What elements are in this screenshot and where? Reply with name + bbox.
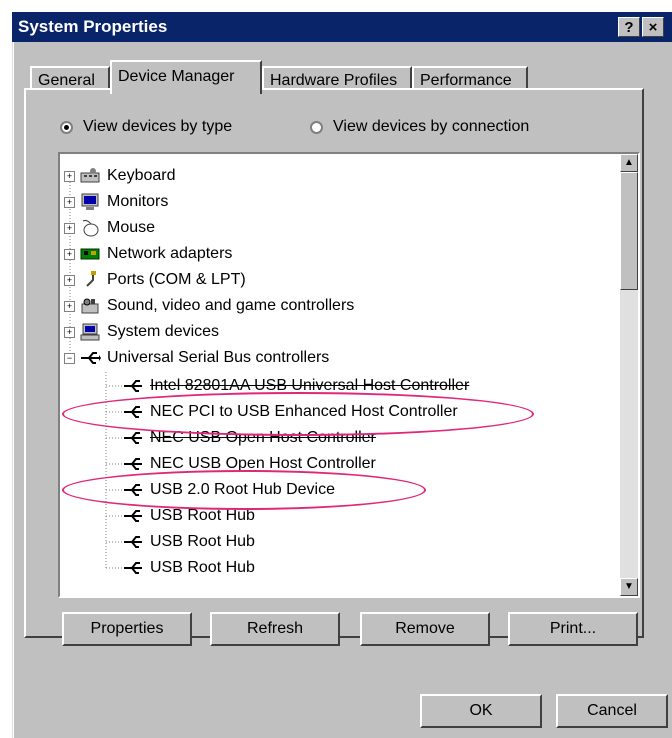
network-adapter-icon (79, 245, 101, 263)
usb-icon (122, 403, 144, 421)
collapse-toggle[interactable]: − (64, 352, 75, 364)
tree-item-usb-controllers[interactable]: − Universal Serial Bus controllers (64, 346, 329, 370)
usb-device-intel-host[interactable]: Intel 82801AA USB Universal Host Control… (122, 374, 469, 398)
sound-icon (79, 297, 101, 315)
usb-device-label: USB Root Hub (150, 533, 255, 550)
tree-item-mouse[interactable]: + Mouse (64, 216, 155, 240)
usb-device-label: USB Root Hub (150, 559, 255, 576)
usb-device-root-hub-3[interactable]: USB Root Hub (122, 556, 255, 580)
tab-device-manager[interactable]: Device Manager (110, 60, 262, 94)
mouse-icon (79, 219, 101, 237)
usb-icon (122, 481, 144, 499)
usb-device-root-hub-2[interactable]: USB Root Hub (122, 530, 255, 554)
usb-icon (122, 455, 144, 473)
usb-icon (79, 349, 101, 367)
print-button[interactable]: Print... (508, 612, 638, 646)
tree-item-label: Network adapters (107, 245, 233, 262)
usb-device-nec-open-disabled[interactable]: NEC USB Open Host Controller (122, 426, 376, 450)
usb-icon (122, 429, 144, 447)
tree-item-label: Mouse (107, 219, 156, 236)
cancel-button[interactable]: Cancel (556, 694, 668, 728)
tree-item-network-adapters[interactable]: + Network adapters (64, 242, 232, 266)
expand-toggle[interactable]: + (64, 300, 75, 312)
usb-device-label: USB Root Hub (150, 507, 255, 524)
keyboard-icon (79, 167, 101, 185)
tree-item-keyboard[interactable]: + Keyboard (64, 164, 176, 188)
close-button[interactable]: × (642, 17, 664, 37)
usb-icon (122, 507, 144, 525)
usb-device-label: USB 2.0 Root Hub Device (150, 481, 335, 498)
device-tree[interactable]: + Keyboard + Monitors + Mouse + Network … (58, 152, 640, 598)
scroll-down-icon[interactable]: ▼ (620, 578, 638, 596)
usb-device-nec-open[interactable]: NEC USB Open Host Controller (122, 452, 376, 476)
tree-item-ports[interactable]: + Ports (COM & LPT) (64, 268, 246, 292)
expand-toggle[interactable]: + (64, 196, 75, 208)
tree-item-label: Keyboard (107, 167, 176, 184)
view-by-type-radio[interactable] (60, 120, 73, 134)
view-by-type-label: View devices by type (83, 118, 233, 135)
title-bar[interactable]: System Properties ? × (12, 12, 672, 42)
usb-device-nec-enhanced[interactable]: NEC PCI to USB Enhanced Host Controller (122, 400, 458, 424)
monitor-icon (79, 193, 101, 211)
tree-item-label: Universal Serial Bus controllers (107, 349, 330, 366)
scroll-up-icon[interactable]: ▲ (620, 154, 638, 172)
tree-item-label: Sound, video and game controllers (107, 297, 355, 314)
view-by-connection-radio[interactable] (310, 120, 323, 134)
view-by-connection-label: View devices by connection (333, 118, 530, 135)
tree-item-monitors[interactable]: + Monitors (64, 190, 168, 214)
usb-icon (122, 559, 144, 577)
expand-toggle[interactable]: + (64, 274, 75, 286)
expand-toggle[interactable]: + (64, 326, 75, 338)
expand-toggle[interactable]: + (64, 170, 75, 182)
properties-button[interactable]: Properties (62, 612, 192, 646)
usb-device-label: Intel 82801AA USB Universal Host Control… (150, 377, 470, 394)
tree-item-system-devices[interactable]: + System devices (64, 320, 219, 344)
usb-device-label: NEC USB Open Host Controller (150, 455, 376, 472)
usb-device-label: NEC USB Open Host Controller (150, 429, 376, 446)
ok-button[interactable]: OK (420, 694, 542, 728)
port-icon (79, 271, 101, 289)
refresh-button[interactable]: Refresh (210, 612, 340, 646)
usb-device-usb2-root-hub[interactable]: USB 2.0 Root Hub Device (122, 478, 335, 502)
tree-item-label: Monitors (107, 193, 169, 210)
expand-toggle[interactable]: + (64, 222, 75, 234)
usb-device-root-hub-1[interactable]: USB Root Hub (122, 504, 255, 528)
tree-item-label: Ports (COM & LPT) (107, 271, 246, 288)
tree-item-sound-video[interactable]: + Sound, video and game controllers (64, 294, 354, 318)
usb-icon (122, 377, 144, 395)
remove-button[interactable]: Remove (360, 612, 490, 646)
usb-device-label: NEC PCI to USB Enhanced Host Controller (150, 403, 458, 420)
view-by-connection-option[interactable]: View devices by connection (310, 118, 529, 136)
computer-icon (79, 323, 101, 341)
window-title: System Properties (18, 17, 168, 36)
vertical-scrollbar[interactable]: ▲ ▼ (620, 154, 638, 596)
usb-icon (122, 533, 144, 551)
view-by-type-option[interactable]: View devices by type (60, 118, 232, 136)
expand-toggle[interactable]: + (64, 248, 75, 260)
help-button[interactable]: ? (618, 17, 640, 37)
scroll-thumb[interactable] (620, 172, 638, 290)
tree-item-label: System devices (107, 323, 220, 340)
